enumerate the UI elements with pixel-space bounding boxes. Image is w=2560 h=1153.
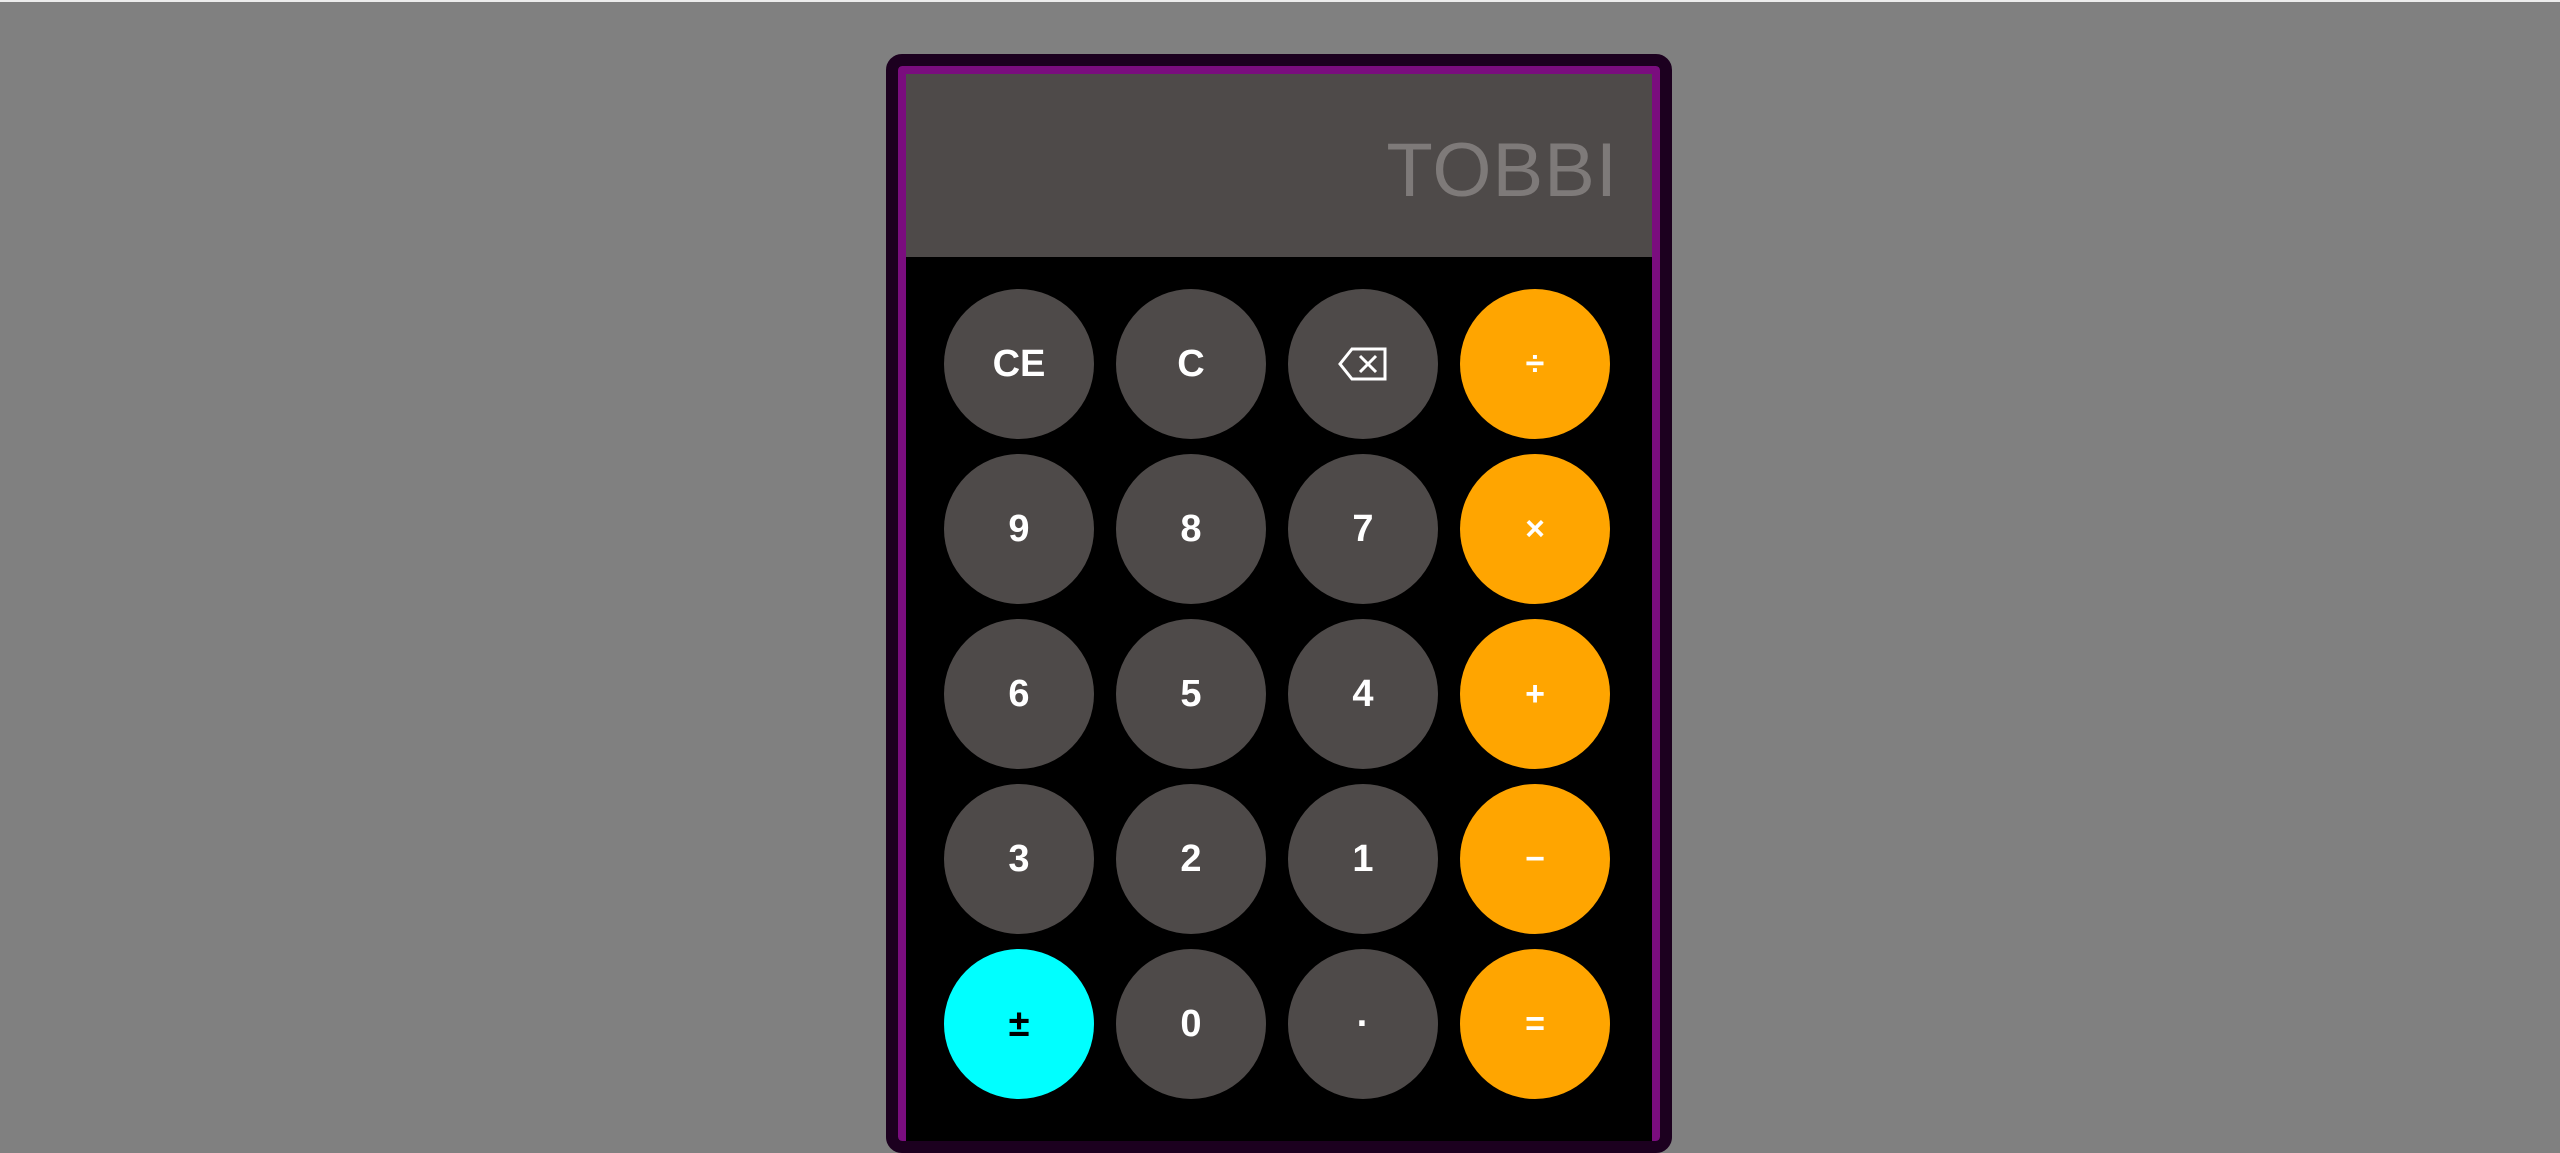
digit-5-button[interactable]: 5 [1116, 619, 1266, 769]
divide-button[interactable]: ÷ [1460, 289, 1610, 439]
digit-6-button[interactable]: 6 [944, 619, 1094, 769]
digit-9-button[interactable]: 9 [944, 454, 1094, 604]
decimal-button[interactable]: · [1288, 949, 1438, 1099]
plus-minus-button[interactable]: ± [944, 949, 1094, 1099]
digit-7-button[interactable]: 7 [1288, 454, 1438, 604]
digit-3-button[interactable]: 3 [944, 784, 1094, 934]
calculator: TOBBI CE C ÷ 9 8 7 × 6 5 4 + 3 2 1 − ± 0… [886, 54, 1672, 1153]
digit-4-button[interactable]: 4 [1288, 619, 1438, 769]
digit-0-button[interactable]: 0 [1116, 949, 1266, 1099]
digit-1-button[interactable]: 1 [1288, 784, 1438, 934]
digit-2-button[interactable]: 2 [1116, 784, 1266, 934]
equals-button[interactable]: = [1460, 949, 1610, 1099]
backspace-button[interactable] [1288, 289, 1438, 439]
keypad: CE C ÷ 9 8 7 × 6 5 4 + 3 2 1 − ± 0 · = [944, 289, 1610, 1099]
browser-top-edge [0, 0, 2560, 2]
clear-button[interactable]: C [1116, 289, 1266, 439]
plus-button[interactable]: + [1460, 619, 1610, 769]
minus-button[interactable]: − [1460, 784, 1610, 934]
calculator-body: TOBBI CE C ÷ 9 8 7 × 6 5 4 + 3 2 1 − ± 0… [906, 74, 1652, 1141]
display-value: TOBBI [1386, 128, 1618, 213]
clear-entry-button[interactable]: CE [944, 289, 1094, 439]
digit-8-button[interactable]: 8 [1116, 454, 1266, 604]
calculator-display: TOBBI [906, 74, 1652, 257]
backspace-icon [1338, 347, 1388, 381]
multiply-button[interactable]: × [1460, 454, 1610, 604]
